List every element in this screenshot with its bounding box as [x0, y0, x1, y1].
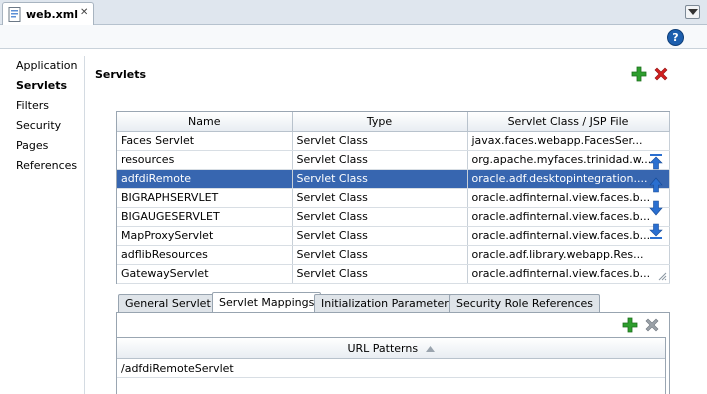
column-header-servlet-class[interactable]: Servlet Class / JSP File [467, 112, 670, 132]
servlet-type-cell: Servlet Class [292, 188, 468, 208]
chevron-down-icon [688, 9, 698, 15]
servlets-table: Name Type Servlet Class / JSP File Faces… [116, 111, 670, 284]
servlet-type-cell: Servlet Class [292, 131, 468, 151]
move-down-icon[interactable] [648, 199, 664, 217]
table-header-row: Name Type Servlet Class / JSP File [117, 112, 670, 132]
sort-ascending-icon [425, 346, 435, 352]
servlet-class-cell: oracle.adf.desktopintegration.... [467, 169, 670, 189]
servlet-type-cell: Servlet Class [292, 207, 468, 227]
url-pattern-row[interactable]: /adfdiRemoteServlet [117, 359, 665, 378]
table-row[interactable]: BIGAUGESERVLET Servlet Class oracle.adfi… [117, 207, 670, 227]
tab-general-servlet[interactable]: General Servlet [118, 294, 218, 313]
editor-tab-strip: web.xml ✕ [0, 0, 707, 26]
servlet-name-cell: resources [117, 150, 293, 170]
resize-grip-icon[interactable] [657, 271, 667, 281]
table-row[interactable]: MapProxyServlet Servlet Class oracle.adf… [117, 226, 670, 246]
servlet-class-cell: javax.faces.webapp.FacesSer... [467, 131, 670, 151]
table-row[interactable]: resources Servlet Class org.apache.myfac… [117, 150, 670, 170]
nav-item-security[interactable]: Security [10, 116, 82, 136]
servlet-type-cell: Servlet Class [292, 245, 468, 265]
tab-initialization-parameters[interactable]: Initialization Parameters [314, 294, 462, 313]
move-to-bottom-icon[interactable] [648, 222, 664, 240]
move-to-top-icon[interactable] [648, 153, 664, 171]
servlet-name-cell: BIGAUGESERVLET [117, 207, 293, 227]
servlet-type-cell: Servlet Class [292, 264, 468, 284]
editor-tab-title: web.xml [26, 8, 79, 21]
servlet-name-cell: GatewayServlet [117, 264, 293, 284]
nav-item-servlets[interactable]: Servlets [10, 76, 82, 96]
servlet-name-cell: BIGRAPHSERVLET [117, 188, 293, 208]
delete-mapping-x-icon[interactable] [644, 317, 660, 333]
table-row[interactable]: BIGRAPHSERVLET Servlet Class oracle.adfi… [117, 188, 670, 208]
servlet-class-cell: oracle.adfinternal.view.faces.b... [467, 188, 670, 208]
servlet-class-cell: org.apache.myfaces.trinidad.w... [467, 150, 670, 170]
table-row[interactable]: Faces Servlet Servlet Class javax.faces.… [117, 131, 670, 151]
url-patterns-table: URL Patterns /adfdiRemoteServlet [116, 337, 666, 394]
nav-item-application[interactable]: Application [10, 56, 82, 76]
column-header-url-patterns[interactable]: URL Patterns [117, 338, 665, 359]
add-servlet-plus-icon[interactable] [631, 66, 647, 82]
table-row[interactable]: adflibResources Servlet Class oracle.adf… [117, 245, 670, 265]
servlet-type-cell: Servlet Class [292, 169, 468, 189]
add-mapping-plus-icon[interactable] [622, 317, 638, 333]
close-icon[interactable]: ✕ [80, 7, 88, 18]
servlet-name-cell: MapProxyServlet [117, 226, 293, 246]
column-header-name[interactable]: Name [117, 112, 293, 132]
tab-security-role-references[interactable]: Security Role References [449, 294, 600, 313]
move-up-icon[interactable] [648, 176, 664, 194]
servlet-type-cell: Servlet Class [292, 150, 468, 170]
servlet-detail-tabs: General Servlet Servlet Mappings Initial… [116, 292, 670, 313]
editor-tab-web-xml[interactable]: web.xml ✕ [2, 2, 94, 26]
servlet-class-cell: oracle.adfinternal.view.faces.b... [467, 207, 670, 227]
nav-item-references[interactable]: References [10, 156, 82, 176]
servlet-type-cell: Servlet Class [292, 226, 468, 246]
help-icon[interactable]: ? [667, 29, 684, 46]
xml-file-icon [8, 7, 21, 22]
servlet-class-cell: oracle.adfinternal.view.faces.b... [467, 264, 670, 284]
url-patterns-header-label: URL Patterns [347, 342, 419, 355]
servlet-class-cell: oracle.adfinternal.view.faces.b... [467, 226, 670, 246]
tab-servlet-mappings[interactable]: Servlet Mappings [212, 292, 322, 313]
section-navigation: Application Servlets Filters Security Pa… [10, 56, 82, 176]
section-title: Servlets [95, 68, 147, 81]
table-row-selected[interactable]: adfdiRemote Servlet Class oracle.adf.des… [117, 169, 670, 189]
help-bar [0, 25, 707, 49]
nav-item-filters[interactable]: Filters [10, 96, 82, 116]
nav-item-pages[interactable]: Pages [10, 136, 82, 156]
servlet-class-cell: oracle.adf.library.webapp.Res... [467, 245, 670, 265]
delete-servlet-x-icon[interactable] [653, 66, 669, 82]
servlet-name-cell: Faces Servlet [117, 131, 293, 151]
servlet-name-cell: adflibResources [117, 245, 293, 265]
servlet-name-cell: adfdiRemote [117, 169, 293, 189]
tab-list-dropdown-button[interactable] [685, 5, 700, 19]
column-header-type[interactable]: Type [292, 112, 468, 132]
table-row[interactable]: GatewayServlet Servlet Class oracle.adfi… [117, 264, 670, 284]
